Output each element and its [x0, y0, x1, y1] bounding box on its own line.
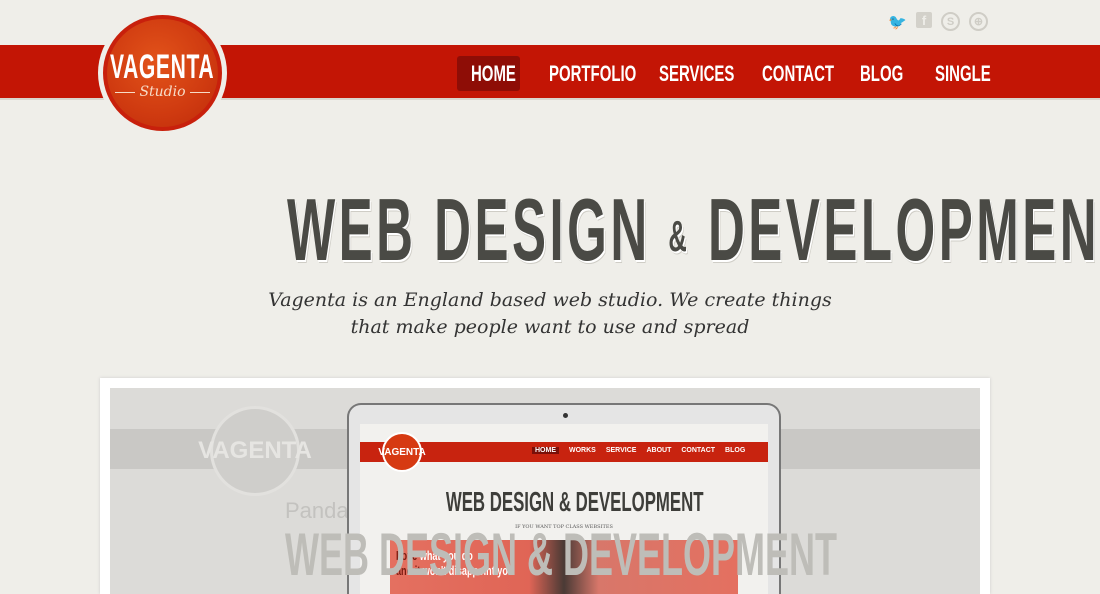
twitter-icon[interactable]: 🐦 [888, 12, 907, 31]
skype-icon[interactable]: S [941, 12, 960, 31]
logo[interactable]: VAGENTA Studio [98, 10, 227, 136]
nav-blog[interactable]: BLOG [860, 56, 935, 91]
hero-title: WEB DESIGN & DEVELOPMENT [286, 180, 1100, 279]
nav-services[interactable]: SERVICES [659, 56, 762, 91]
camera-dot [563, 413, 568, 418]
logo-sub: Studio [111, 84, 213, 100]
nav-single[interactable]: SINGLE [935, 56, 1005, 91]
nav-portfolio[interactable]: PORTFOLIO [549, 56, 659, 91]
nav-contact[interactable]: CONTACT [762, 56, 860, 91]
nav-home[interactable]: HOME [457, 56, 520, 91]
mock-nav: HOME WORKS SERVICE ABOUT CONTACT BLOG [532, 447, 745, 454]
dribbble-icon[interactable]: ⊕ [969, 12, 988, 31]
facebook-icon[interactable]: f [916, 12, 932, 28]
ghost-title: WEB DESIGN & DEVELOPMENT [285, 521, 838, 588]
preview-frame: VAGENTA Panda Design Studio WEB DESIGN &… [100, 378, 990, 594]
preview-image: VAGENTA Panda Design Studio WEB DESIGN &… [110, 388, 980, 594]
main-nav: HOME PORTFOLIO SERVICES CONTACT BLOG SIN… [457, 56, 1005, 91]
social-links: 🐦 f S ⊕ [888, 12, 988, 31]
mock-title: WEB DESIGN & DEVELOPMENT [445, 486, 704, 517]
hero-subtitle: Vagenta is an England based web studio. … [268, 289, 832, 338]
mock-logo: VAGENTA [378, 432, 426, 472]
ghost-logo: VAGENTA [198, 406, 312, 496]
logo-name: VAGENTA [110, 48, 215, 86]
